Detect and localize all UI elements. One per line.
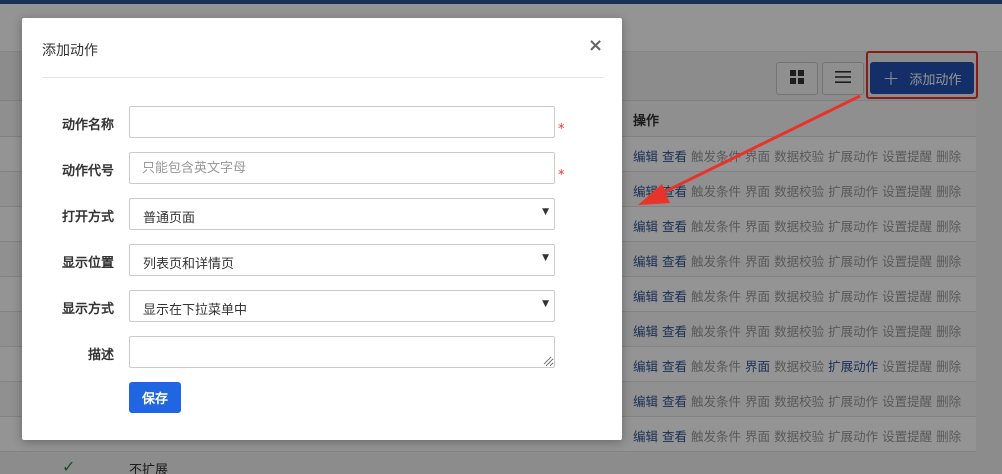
save-button[interactable]: 保存 [129, 382, 181, 413]
dialog-divider [42, 77, 603, 78]
dropdown-caret-icon: ▼ [542, 253, 549, 263]
dropdown-caret-icon: ▼ [542, 299, 549, 309]
open-mode-select[interactable]: 普通页面 ▼ [129, 198, 555, 230]
action-code-input[interactable] [129, 152, 555, 184]
action-code-label: 动作代号 [61, 164, 114, 179]
display-mode-label: 显示方式 [61, 302, 114, 317]
description-label: 描述 [87, 348, 114, 363]
open-mode-value: 普通页面 [143, 211, 196, 226]
close-icon[interactable]: × [588, 35, 603, 56]
resize-handle-icon[interactable] [542, 355, 552, 365]
display-position-select[interactable]: 列表页和详情页 ▼ [129, 244, 555, 276]
required-mark: * [558, 122, 565, 137]
add-action-dialog: 添加动作 × 动作名称 * 动作代号 * 打开方式 普通页面 ▼ 显示位置 列表… [22, 18, 622, 440]
dropdown-caret-icon: ▼ [542, 207, 549, 217]
action-name-label: 动作名称 [61, 118, 114, 133]
display-mode-select[interactable]: 显示在下拉菜单中 ▼ [129, 290, 555, 322]
display-position-value: 列表页和详情页 [143, 257, 235, 272]
open-mode-label: 打开方式 [61, 210, 114, 225]
display-position-label: 显示位置 [61, 256, 114, 271]
dialog-title: 添加动作 [42, 43, 98, 59]
display-mode-value: 显示在下拉菜单中 [143, 303, 248, 318]
action-name-input[interactable] [129, 106, 555, 138]
required-mark: * [558, 168, 565, 183]
description-textarea[interactable] [129, 336, 555, 368]
